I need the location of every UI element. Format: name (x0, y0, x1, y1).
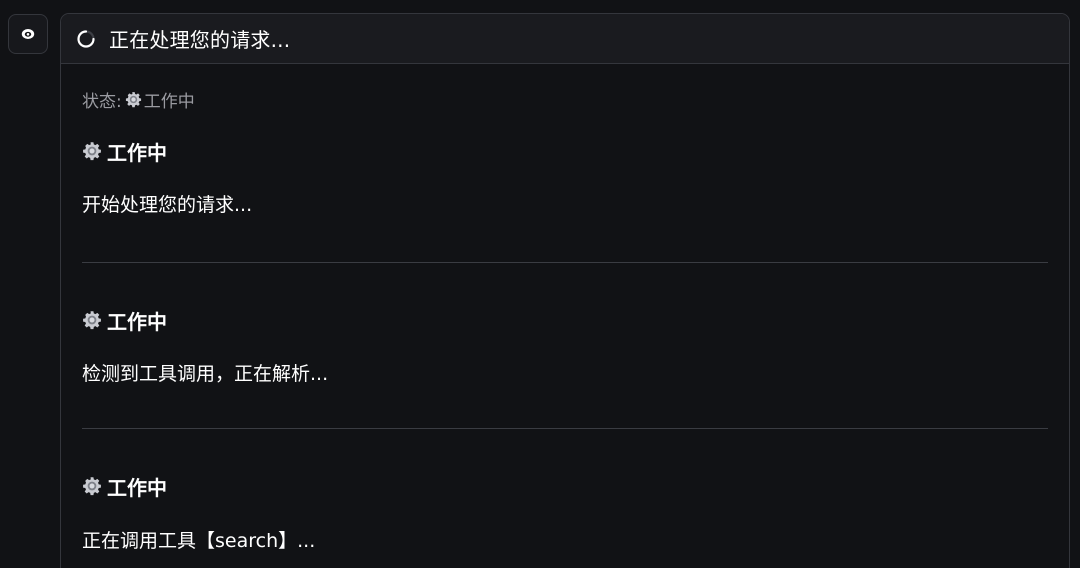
progress-step: 工作中 检测到工具调用，正在解析... (82, 306, 1048, 429)
step-message: 正在调用工具【search】... (82, 529, 316, 552)
panel-header[interactable]: 正在处理您的请求... (61, 14, 1069, 64)
step-heading: 工作中 (82, 137, 1048, 165)
step-message: 检测到工具调用，正在解析... (82, 362, 329, 385)
gear-icon (82, 310, 102, 330)
step-heading: 工作中 (82, 306, 1048, 334)
gear-icon (125, 91, 142, 108)
app-root: 正在处理您的请求... 状态: 工作中 工作中 开始处理您的请求... 工作中 (0, 0, 1080, 568)
progress-step: 工作中 开始处理您的请求... (82, 137, 1048, 263)
response-panel: 正在处理您的请求... 状态: 工作中 工作中 开始处理您的请求... 工作中 (60, 13, 1070, 568)
gear-icon (82, 141, 102, 161)
loading-spinner-icon (77, 29, 95, 48)
step-heading-label: 工作中 (107, 475, 167, 500)
status-value: 工作中 (143, 91, 195, 112)
step-message: 开始处理您的请求... (82, 193, 253, 216)
eye-icon (21, 29, 35, 39)
status-line: 状态: 工作中 (82, 87, 1048, 112)
avatar-button[interactable] (8, 14, 48, 54)
step-heading-label: 工作中 (107, 140, 167, 165)
panel-title: 正在处理您的请求... (109, 28, 291, 52)
progress-step: 工作中 正在调用工具【search】... (82, 472, 1048, 553)
gear-icon (82, 476, 102, 496)
panel-body: 状态: 工作中 工作中 开始处理您的请求... 工作中 检测到工具调用，正在解析… (61, 87, 1069, 553)
status-label: 状态: (82, 91, 122, 112)
step-heading-label: 工作中 (107, 309, 167, 334)
step-heading: 工作中 (82, 472, 1048, 500)
